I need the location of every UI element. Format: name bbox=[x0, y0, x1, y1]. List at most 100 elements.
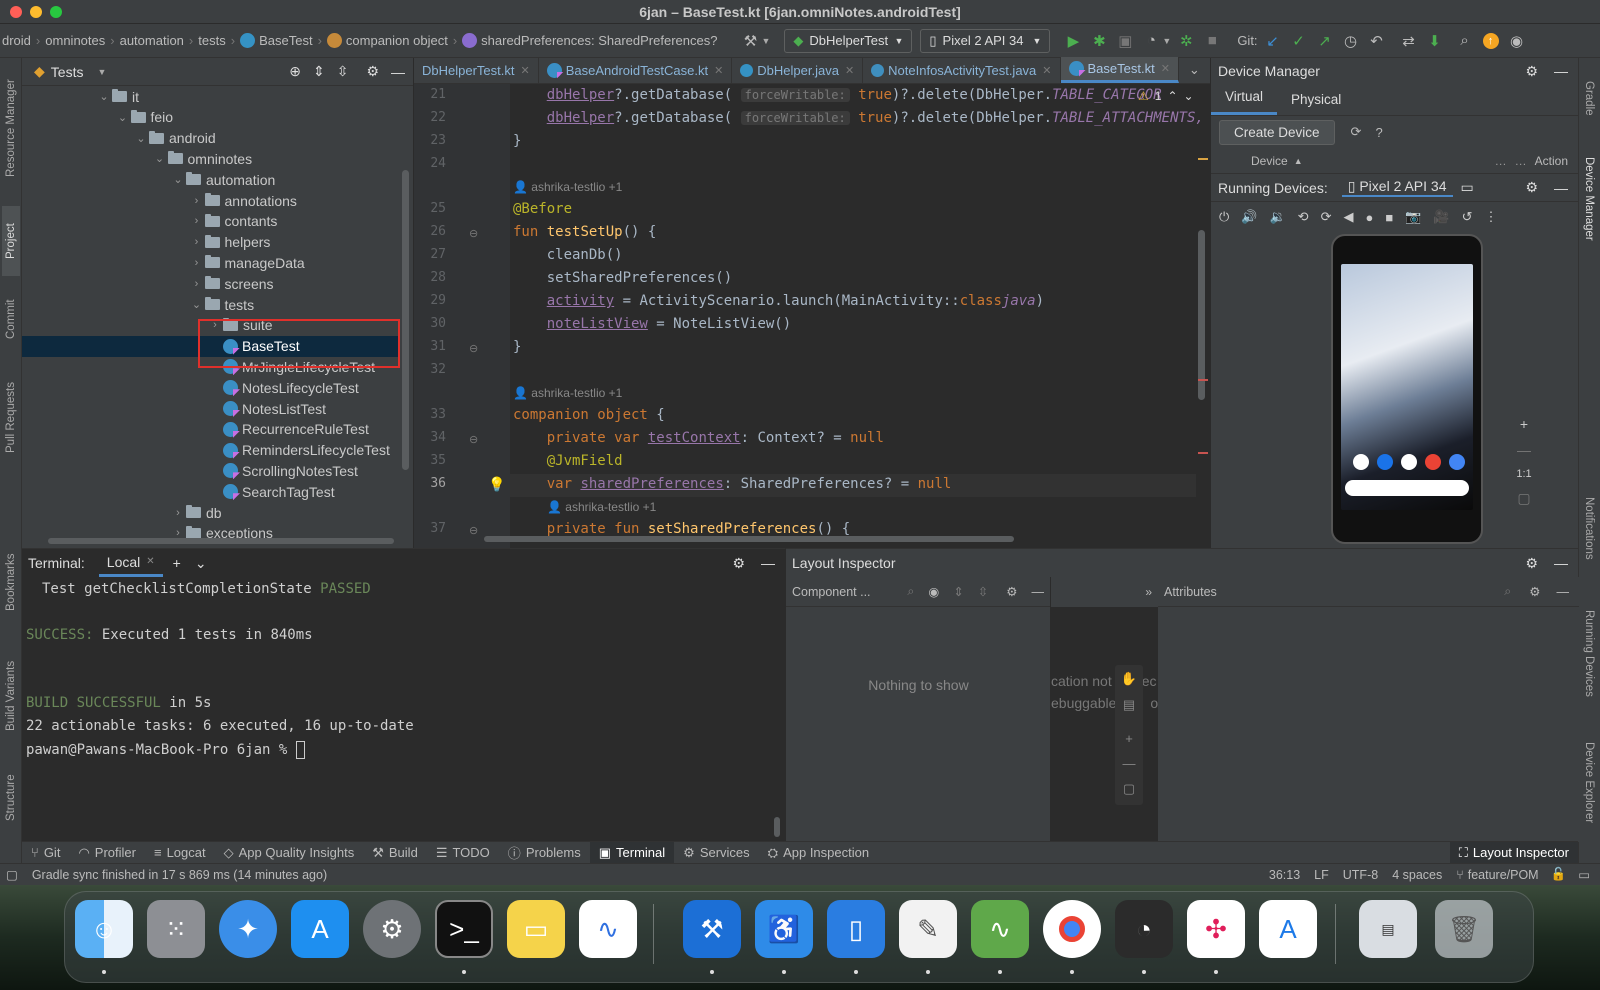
git-update-icon[interactable]: ↙ bbox=[1262, 30, 1284, 52]
tool-profiler[interactable]: ◠ Profiler bbox=[69, 842, 145, 864]
xcode-icon[interactable]: ⚒ bbox=[683, 900, 741, 958]
chevron-down-icon[interactable]: ⌄ bbox=[1184, 89, 1194, 103]
chevron-right-icon[interactable]: › bbox=[189, 215, 205, 227]
sdk-manager-icon[interactable]: ⬇ bbox=[1424, 30, 1446, 52]
chevron-right-icon[interactable]: › bbox=[189, 257, 205, 269]
slack-icon[interactable]: ✣ bbox=[1187, 900, 1245, 958]
search-icon[interactable]: ⌕ bbox=[1504, 584, 1511, 599]
notifications-tab[interactable]: Notifications bbox=[1580, 478, 1598, 578]
zoom-in-icon[interactable]: + bbox=[1125, 731, 1133, 746]
help-icon[interactable]: ? bbox=[1375, 125, 1382, 140]
line-separator[interactable]: LF bbox=[1314, 868, 1329, 882]
chevron-down-icon[interactable]: ⌄ bbox=[115, 111, 131, 124]
history-icon[interactable]: ◷ bbox=[1340, 30, 1362, 52]
tab-baseandroidtestcase[interactable]: BaseAndroidTestCase.kt ✕ bbox=[539, 57, 733, 83]
tree-folder[interactable]: › contants bbox=[189, 211, 278, 232]
collapse-all-icon[interactable]: ⇳ bbox=[978, 584, 988, 599]
gear-icon[interactable]: ⚙ bbox=[1525, 555, 1538, 572]
tab-physical[interactable]: Physical bbox=[1277, 92, 1355, 115]
lock-icon[interactable]: 🔓 bbox=[1551, 867, 1567, 882]
hide-panel-icon[interactable]: — bbox=[1554, 180, 1568, 196]
finder-icon[interactable]: ☺ bbox=[75, 900, 133, 958]
tree-h-scrollbar[interactable] bbox=[48, 538, 394, 544]
chevron-right-icon[interactable]: › bbox=[189, 278, 205, 290]
column-device[interactable]: Device bbox=[1251, 154, 1288, 168]
tab-virtual[interactable]: Virtual bbox=[1211, 89, 1278, 115]
terminal-icon[interactable]: >_ bbox=[435, 900, 493, 958]
caret-position[interactable]: 36:13 bbox=[1269, 868, 1300, 882]
fit-screen-icon[interactable]: ▢ bbox=[1123, 781, 1135, 797]
tree-folder[interactable]: ⌄ automation bbox=[170, 169, 275, 190]
collapse-all-icon[interactable]: ⇳ bbox=[337, 63, 349, 80]
rollback-icon[interactable]: ↶ bbox=[1366, 30, 1388, 52]
device-screen[interactable] bbox=[1341, 264, 1473, 510]
tree-class-item[interactable]: RemindersLifecycleTest bbox=[207, 440, 390, 461]
tree-folder[interactable]: › helpers bbox=[189, 232, 271, 253]
chevron-right-icon[interactable]: › bbox=[170, 507, 186, 519]
reset-icon[interactable]: ↺ bbox=[1462, 209, 1473, 225]
record-icon[interactable]: 🎥 bbox=[1433, 209, 1449, 225]
code-author-hint[interactable]: 👤 ashrika-testlio +1 bbox=[547, 500, 656, 514]
project-tab[interactable]: Project bbox=[2, 206, 20, 276]
gradle-tab[interactable]: Gradle bbox=[1580, 68, 1598, 128]
chevron-right-icon[interactable]: › bbox=[189, 236, 205, 248]
chevron-down-icon[interactable]: ⌄ bbox=[152, 152, 168, 165]
tool-layout-inspector[interactable]: ⛶ Layout Inspector bbox=[1449, 841, 1578, 864]
create-device-button[interactable]: Create Device bbox=[1219, 119, 1335, 145]
tree-class-item[interactable]: NotesListTest bbox=[207, 398, 326, 419]
layers-icon[interactable]: ▤ bbox=[1123, 697, 1135, 713]
zoom-out-icon[interactable]: — bbox=[1123, 756, 1136, 771]
gear-icon[interactable]: ⚙ bbox=[366, 63, 379, 80]
power-icon[interactable]: ⏻ bbox=[1219, 209, 1229, 225]
close-icon[interactable]: ✕ bbox=[1042, 64, 1051, 77]
breadcrumb-item[interactable]: sharedPreferences: SharedPreferences? bbox=[481, 33, 717, 48]
home-icon[interactable]: ● bbox=[1365, 210, 1373, 225]
tree-folder[interactable]: ⌄ it bbox=[96, 86, 139, 107]
breadcrumb-item[interactable]: companion object bbox=[346, 33, 448, 48]
tab-noteinfosactivitytest[interactable]: NoteInfosActivityTest.java ✕ bbox=[863, 57, 1061, 83]
gear-icon[interactable]: ⚙ bbox=[1006, 584, 1017, 599]
tool-problems[interactable]: ⓘ Problems bbox=[499, 842, 590, 864]
fold-icon[interactable]: ⊖ bbox=[469, 227, 478, 240]
tool-todo[interactable]: ☰ TODO bbox=[427, 842, 499, 864]
zoom-window-button[interactable] bbox=[50, 6, 62, 18]
chevron-down-icon[interactable]: ⌄ bbox=[195, 555, 207, 572]
chrome-icon[interactable] bbox=[1043, 900, 1101, 958]
zoom-in-icon[interactable]: + bbox=[1520, 416, 1528, 432]
hide-panel-icon[interactable]: — bbox=[391, 64, 405, 80]
more-icon[interactable]: ⋮ bbox=[1484, 209, 1497, 225]
tree-folder[interactable]: ⌄ feio bbox=[115, 107, 173, 128]
commit-tab[interactable]: Commit bbox=[2, 284, 20, 354]
tree-class-item[interactable]: SearchTagTest bbox=[207, 481, 335, 502]
gear-icon[interactable]: ⚙ bbox=[732, 555, 745, 572]
simulator-icon[interactable]: ▯ bbox=[827, 900, 885, 958]
breadcrumb-item[interactable]: omninotes bbox=[45, 33, 105, 48]
system-settings-icon[interactable]: ⚙ bbox=[363, 900, 421, 958]
breadcrumb-item[interactable]: BaseTest bbox=[259, 33, 312, 48]
tree-folder[interactable]: › annotations bbox=[189, 190, 297, 211]
downloads-stack-icon[interactable]: ▤ bbox=[1359, 900, 1417, 958]
tree-class-item[interactable]: NotesLifecycleTest bbox=[207, 377, 359, 398]
terminal-scrollbar[interactable] bbox=[774, 817, 780, 837]
search-icon[interactable]: ⌕ bbox=[907, 584, 914, 599]
chevron-right-icon[interactable]: › bbox=[189, 195, 205, 207]
breadcrumb-item[interactable]: droid bbox=[2, 33, 31, 48]
git-commit-icon[interactable]: ✓ bbox=[1288, 30, 1310, 52]
pan-icon[interactable]: ✋ bbox=[1121, 671, 1137, 687]
lightbulb-icon[interactable]: 💡 bbox=[488, 476, 505, 493]
tree-folder[interactable]: ⌄ android bbox=[133, 128, 215, 149]
running-devices-tab[interactable]: Running Devices bbox=[1580, 598, 1598, 708]
close-window-button[interactable] bbox=[10, 6, 22, 18]
device-explorer-tab[interactable]: Device Explorer bbox=[1580, 728, 1598, 838]
expand-all-icon[interactable]: ⇕ bbox=[953, 584, 963, 599]
tree-folder[interactable]: › db bbox=[170, 502, 221, 523]
refresh-icon[interactable]: ⟳ bbox=[1351, 124, 1362, 140]
rotate-left-icon[interactable]: ⟲ bbox=[1298, 209, 1309, 225]
profile-icon[interactable]: ◔ bbox=[1140, 30, 1162, 52]
eye-icon[interactable]: ◉ bbox=[928, 584, 939, 599]
close-icon[interactable]: ✕ bbox=[845, 64, 854, 77]
tab-dbhelper-java[interactable]: DbHelper.java ✕ bbox=[732, 57, 864, 83]
hide-panel-icon[interactable]: — bbox=[1554, 555, 1568, 571]
window-icon[interactable]: ▭ bbox=[1461, 179, 1474, 196]
tabs-overflow-icon[interactable]: ⌄ bbox=[1179, 57, 1210, 83]
